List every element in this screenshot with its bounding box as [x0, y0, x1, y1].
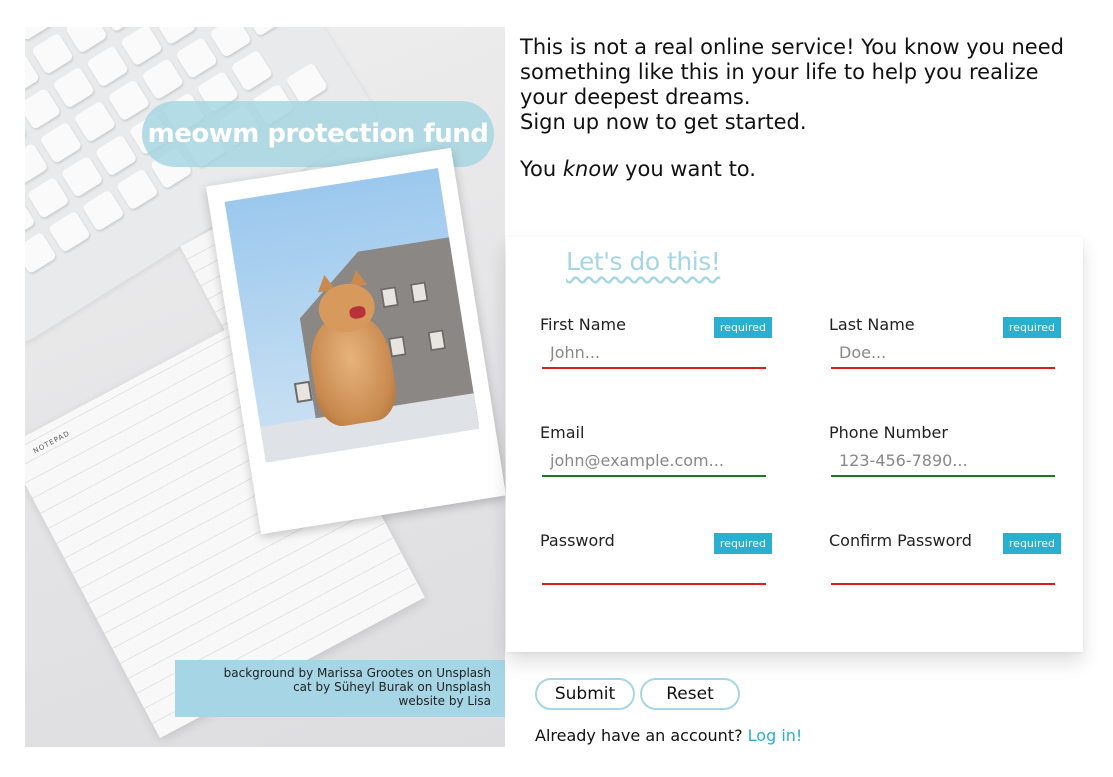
confirm-password-input[interactable]: [831, 553, 1055, 585]
credit-cat: cat by Süheyl Burak on Unsplash: [293, 680, 491, 694]
email-label: Email: [540, 423, 585, 442]
intro-line-2: Sign up now to get started.: [520, 110, 807, 134]
reset-button[interactable]: Reset: [640, 678, 740, 710]
credit-website: website by Lisa: [398, 694, 491, 708]
notepad-label: NOTEPAD: [29, 427, 75, 457]
photo-credits: background by Marissa Grootes on Unsplas…: [175, 660, 505, 717]
required-badge: required: [1002, 533, 1061, 554]
password-label: Password: [540, 531, 615, 550]
submit-button[interactable]: Submit: [535, 678, 635, 710]
login-link[interactable]: Log in!: [748, 726, 803, 745]
intro-line-1: This is not a real online service! You k…: [520, 35, 1064, 109]
required-badge: required: [713, 317, 772, 338]
know-after: you want to.: [618, 157, 756, 181]
know-emphasis: know: [562, 157, 619, 181]
phone-label: Phone Number: [829, 423, 948, 442]
first-name-input[interactable]: [542, 337, 766, 369]
last-name-input[interactable]: [831, 337, 1055, 369]
brand-name: meowm protection fund: [147, 119, 489, 149]
form-title: Let's do this!: [566, 247, 721, 276]
cat-photo: [224, 168, 480, 463]
last-name-label: Last Name: [829, 315, 915, 334]
password-input[interactable]: [542, 553, 766, 585]
phone-input[interactable]: [831, 445, 1055, 477]
required-badge: required: [1002, 317, 1061, 338]
credit-background: background by Marissa Grootes on Unsplas…: [223, 666, 491, 680]
login-prompt-text: Already have an account?: [535, 726, 748, 745]
know-text: You know you want to.: [520, 157, 756, 182]
confirm-password-label: Confirm Password: [829, 531, 972, 550]
first-name-label: First Name: [540, 315, 626, 334]
intro-text: This is not a real online service! You k…: [520, 35, 1090, 135]
know-before: You: [520, 157, 563, 181]
required-badge: required: [713, 533, 772, 554]
signup-form: Let's do this! First Name required Last …: [506, 237, 1083, 652]
login-prompt: Already have an account? Log in!: [535, 726, 802, 745]
email-input[interactable]: [542, 445, 766, 477]
